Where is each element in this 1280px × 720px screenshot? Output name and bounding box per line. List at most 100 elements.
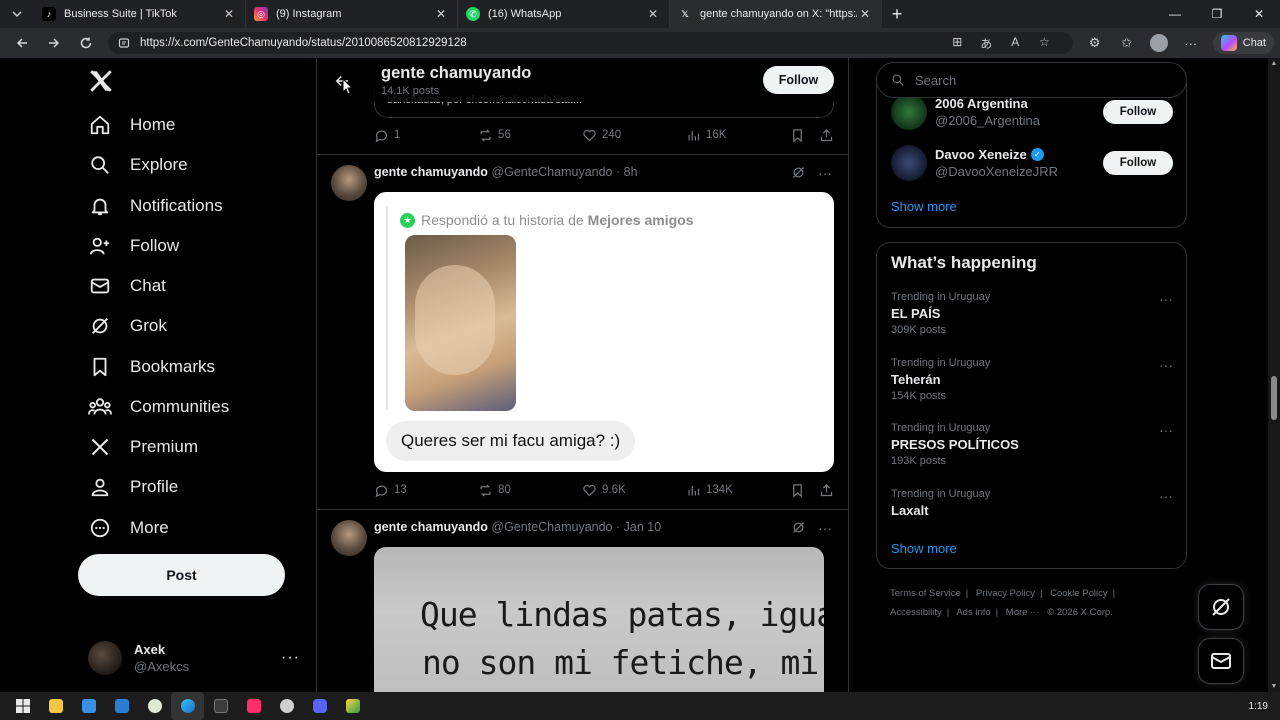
more-options-icon[interactable]: ··· (1175, 36, 1207, 51)
more-horizontal-icon[interactable]: ··· (1159, 357, 1173, 373)
taskbar-clock[interactable]: 1:19 (1249, 701, 1268, 712)
nav-premium[interactable]: Premium (88, 427, 198, 467)
tab-close-button[interactable]: ✕ (433, 7, 449, 21)
trend-item[interactable]: Trending in Uruguay Teherán 154K posts ·… (891, 357, 1173, 402)
terminal-icon[interactable] (204, 692, 237, 720)
bookmark-icon[interactable] (790, 128, 805, 143)
tab-close-button[interactable]: ✕ (857, 7, 873, 21)
tab-close-button[interactable]: ✕ (645, 7, 661, 21)
new-tab-button[interactable]: + (882, 0, 912, 28)
browser-tab-x[interactable]: 𝕏 gente chamuyando on X: "https:/ ✕ (670, 0, 882, 28)
read-aloud-icon[interactable]: あ (972, 35, 1001, 52)
nav-explore[interactable]: Explore (88, 145, 188, 185)
more-horizontal-icon[interactable]: ··· (1159, 488, 1173, 504)
start-button[interactable] (6, 692, 39, 720)
tweet-time[interactable]: · 8h (616, 165, 638, 179)
browser-tab-whatsapp[interactable]: ✆ (16) WhatsApp ✕ (458, 0, 670, 28)
bookmark-icon[interactable] (790, 483, 805, 498)
avatar[interactable] (331, 520, 367, 556)
footer-link-accessibility[interactable]: Accessibility (890, 607, 942, 618)
forward-button[interactable] (38, 29, 70, 57)
game-app-icon[interactable] (336, 692, 369, 720)
follow-button[interactable]: Follow (1103, 100, 1173, 124)
nav-grok[interactable]: Grok (88, 306, 167, 346)
nav-chat[interactable]: Chat (88, 266, 166, 306)
repost-button[interactable]: 56 (478, 128, 582, 143)
share-icon[interactable] (819, 128, 834, 143)
favorite-star-icon[interactable]: ☆ (1030, 35, 1059, 52)
tweet[interactable]: gente chamuyando @GenteChamuyando · 8h ·… (317, 154, 848, 509)
text-size-icon[interactable]: A (1001, 35, 1030, 52)
copilot-chat-button[interactable]: Chat (1212, 32, 1274, 54)
restore-button[interactable]: ❐ (1196, 0, 1238, 28)
file-explorer-icon[interactable] (39, 692, 72, 720)
store-icon[interactable] (72, 692, 105, 720)
account-switcher[interactable]: Axek @Axekcs ··· (88, 636, 300, 680)
back-button[interactable] (6, 29, 38, 57)
avatar[interactable] (891, 145, 927, 181)
tiktok-icon[interactable] (237, 692, 270, 720)
scroll-down-arrow-icon[interactable]: ▼ (1268, 683, 1280, 690)
views-button[interactable]: 16K (686, 128, 726, 143)
footer-link-privacy[interactable]: Privacy Policy (976, 588, 1035, 599)
extensions-icon[interactable]: ⚙ (1079, 35, 1111, 51)
avatar[interactable] (891, 94, 927, 130)
nav-bookmarks[interactable]: Bookmarks (88, 347, 215, 387)
grok-icon[interactable] (791, 165, 806, 180)
show-more-link[interactable]: Show more (891, 199, 957, 214)
views-button[interactable]: 134K (686, 483, 733, 498)
nav-follow[interactable]: Follow (88, 226, 179, 266)
suggested-account[interactable]: 2006 Argentina @2006_Argentina Follow (891, 94, 1173, 130)
share-icon[interactable] (819, 483, 834, 498)
site-info-icon[interactable] (118, 37, 130, 49)
nav-more[interactable]: More (88, 508, 169, 548)
scrollbar-thumb[interactable] (1271, 376, 1277, 420)
url-input[interactable]: https://x.com/GenteChamuyando/status/201… (108, 32, 1073, 54)
x-logo-icon[interactable] (88, 68, 116, 96)
repost-button[interactable]: 80 (478, 483, 582, 498)
reply-button[interactable]: 13 (374, 483, 478, 498)
follow-button[interactable]: Follow (763, 66, 834, 94)
edge-icon[interactable] (171, 692, 204, 720)
like-button[interactable]: 9.6K (582, 483, 686, 498)
browser-tab-instagram[interactable]: ◎ (9) Instagram ✕ (246, 0, 458, 28)
more-horizontal-icon[interactable]: ··· (818, 165, 832, 181)
scroll-up-arrow-icon[interactable]: ▲ (1268, 60, 1280, 67)
author-name[interactable]: gente chamuyando (374, 520, 488, 534)
tab-close-button[interactable]: ✕ (221, 7, 237, 21)
grok-icon[interactable] (791, 520, 806, 535)
tweet-time[interactable]: · Jan 10 (616, 520, 661, 534)
browser-tab-tiktok[interactable]: ♪ Business Suite | TikTok ✕ (34, 0, 246, 28)
footer-link-terms[interactable]: Terms of Service (890, 588, 961, 599)
like-button[interactable]: 240 (582, 128, 686, 143)
author-name[interactable]: gente chamuyando (374, 165, 488, 179)
github-icon[interactable] (270, 692, 303, 720)
footer-link-more[interactable]: More ··· (1006, 607, 1040, 618)
author-handle[interactable]: @GenteChamuyando (491, 165, 612, 179)
reply-button[interactable]: 1 (374, 128, 478, 143)
nav-notifications[interactable]: Notifications (88, 186, 223, 226)
tweet[interactable]: gente chamuyando @GenteChamuyando · Jan … (317, 509, 848, 692)
nav-communities[interactable]: Communities (88, 387, 229, 427)
more-horizontal-icon[interactable]: ··· (1159, 291, 1173, 307)
tweet-image[interactable]: ★ Respondió a tu historia de Mejores ami… (374, 192, 834, 472)
author-handle[interactable]: @GenteChamuyando (491, 520, 612, 534)
mail-app-icon[interactable] (105, 692, 138, 720)
favorites-icon[interactable]: ✩ (1111, 35, 1143, 51)
profile-avatar[interactable] (1149, 34, 1168, 52)
footer-link-cookies[interactable]: Cookie Policy (1050, 588, 1108, 599)
footer-link-ads[interactable]: Ads info (956, 607, 990, 618)
grok-floating-button[interactable] (1198, 584, 1244, 630)
tweet-image[interactable]: Que lindas patas, igual no son mi fetich… (374, 547, 824, 692)
chrome-icon[interactable] (138, 692, 171, 720)
messages-floating-button[interactable] (1198, 638, 1244, 684)
split-screen-icon[interactable]: ⊞ (943, 35, 972, 52)
nav-profile[interactable]: Profile (88, 467, 178, 507)
more-horizontal-icon[interactable]: ··· (281, 649, 300, 667)
search-input[interactable]: Search (876, 62, 1187, 98)
suggested-account[interactable]: Davoo Xeneize ✓ @DavooXeneizeJRR Follow (891, 145, 1173, 181)
trend-item[interactable]: Trending in Uruguay PRESOS POLÍTICOS 193… (891, 422, 1173, 467)
show-more-link[interactable]: Show more (891, 541, 957, 556)
avatar[interactable] (331, 165, 367, 201)
nav-home[interactable]: Home (88, 105, 175, 145)
